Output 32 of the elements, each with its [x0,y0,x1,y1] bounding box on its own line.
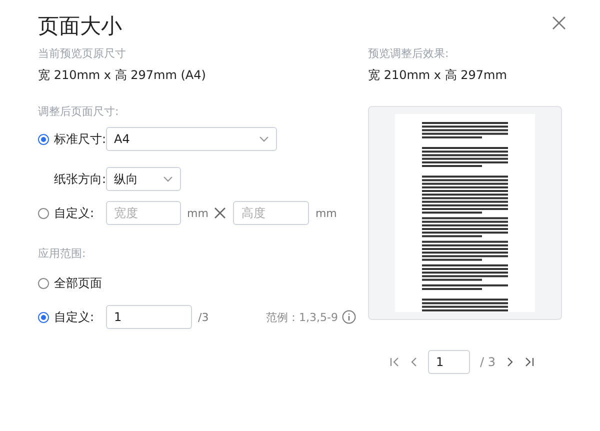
page-total: /3 [198,310,209,324]
original-size: 宽 210mm x 高 297mm (A4) [38,67,207,84]
unit-label: mm [187,206,208,220]
multiply-icon [214,207,226,219]
page-field[interactable]: 1 [428,350,470,374]
orientation-label: 纸张方向: [52,170,106,188]
size-dropdown[interactable]: A4 [106,127,277,151]
range-example: 范例：1,3,5-9 [266,310,338,324]
section-label: 当前预览页原尺寸 [38,46,127,62]
orientation-dropdown[interactable]: 纵向 [106,167,181,191]
radio-button[interactable]: 自定义: [38,308,106,326]
preview-size: 宽 210mm x 高 297mm [368,67,508,84]
next-icon[interactable] [506,357,514,367]
page-range-field[interactable]: 1 [106,305,192,329]
page-total: / 3 [480,355,496,369]
unit-label: mm [315,206,337,220]
previous-icon[interactable] [410,357,418,367]
width-field[interactable]: 宽度 [106,201,181,225]
height-field[interactable]: 高度 [233,201,310,225]
dialog-title: 页面大小 [38,13,123,40]
chevron-down-icon [259,136,269,142]
radio-button[interactable]: 全部页面 [38,274,106,292]
section-label: 调整后页面尺寸: [38,104,120,120]
info-icon[interactable] [342,310,356,324]
first-page-icon[interactable] [390,357,400,367]
last-page-icon[interactable] [524,357,534,367]
radio-button[interactable]: 自定义: [38,204,106,222]
section-label: 预览调整后效果: [368,46,450,62]
close-icon[interactable] [552,16,566,30]
radio-button[interactable]: 标准尺寸: [38,130,106,148]
section-label: 应用范围: [38,246,87,262]
chevron-down-icon [163,176,173,182]
